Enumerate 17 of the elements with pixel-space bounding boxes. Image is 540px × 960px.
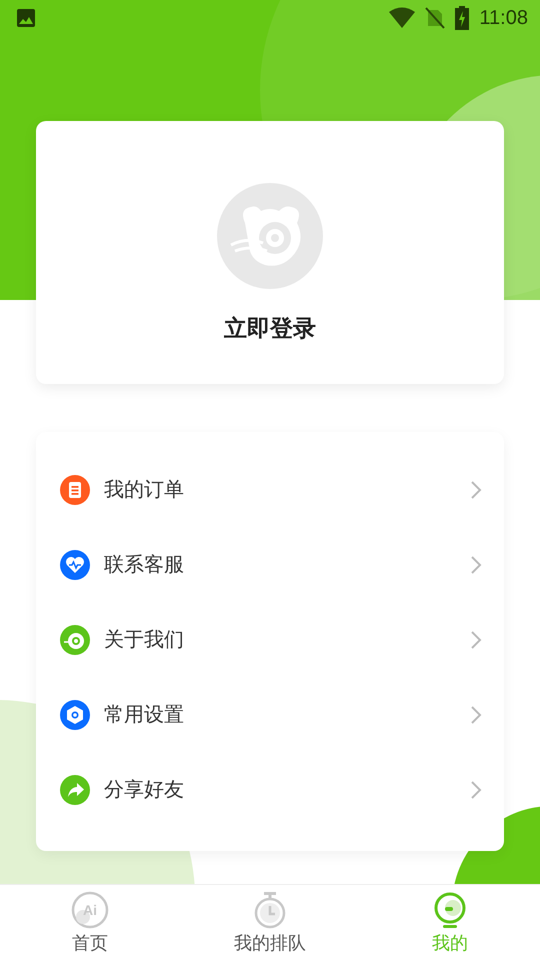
menu-item[interactable]: 分享好友 [36, 752, 504, 827]
image-icon [16, 8, 36, 28]
wifi-icon [389, 7, 416, 29]
menu-item[interactable]: 关于我们 [36, 602, 504, 677]
chevron-right-icon [470, 480, 482, 500]
menu-item[interactable]: 我的订单 [36, 452, 504, 527]
no-sim-icon [425, 7, 446, 29]
menu-item[interactable]: 联系客服 [36, 527, 504, 602]
login-link[interactable]: 立即登录 [224, 313, 316, 344]
chevron-right-icon [470, 554, 482, 574]
chevron-right-icon [470, 704, 482, 724]
status-time: 11:08 [479, 6, 528, 30]
nav-tab[interactable]: 我的排队 [180, 885, 360, 960]
chevron-right-icon [470, 780, 482, 800]
chevron-right-icon [470, 630, 482, 650]
battery-charging-icon [455, 6, 470, 30]
menu-item[interactable]: 常用设置 [36, 677, 504, 752]
